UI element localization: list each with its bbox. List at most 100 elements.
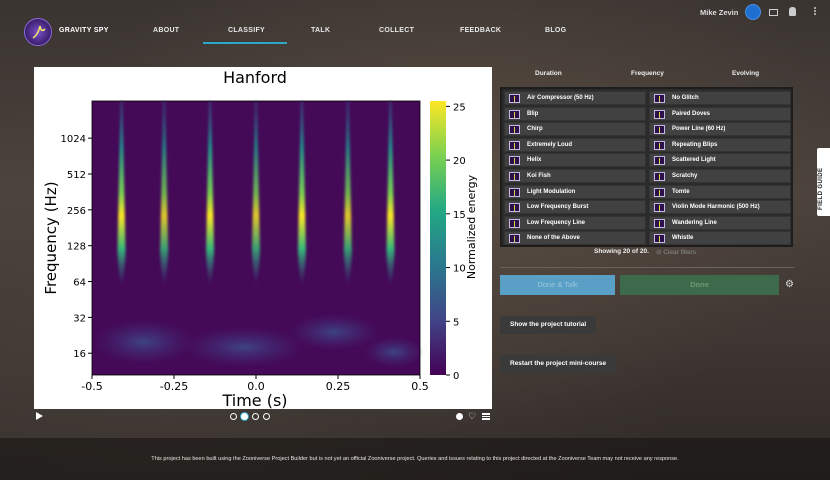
choice-low-frequency-burst[interactable]: Low Frequency Burst bbox=[504, 200, 646, 215]
choice-label: Tomte bbox=[672, 188, 690, 195]
choice-label: Air Compressor (50 Hz) bbox=[527, 95, 594, 101]
footer-notice: This project has been built using the Zo… bbox=[151, 456, 679, 462]
nav-about[interactable]: ABOUT bbox=[153, 27, 179, 34]
x-tick-label: 0.5 bbox=[411, 380, 429, 393]
choice-label: Extremely Loud bbox=[527, 141, 573, 148]
choice-thumbnail bbox=[654, 109, 665, 119]
choice-extremely-loud[interactable]: Extremely Loud bbox=[504, 137, 646, 152]
choice-thumbnail bbox=[654, 94, 665, 103]
choice-thumbnail bbox=[509, 156, 520, 166]
menu-icon[interactable] bbox=[813, 6, 817, 18]
choice-label: Helix bbox=[527, 157, 542, 164]
avatar[interactable] bbox=[745, 4, 761, 20]
heart-icon[interactable]: ♡ bbox=[468, 411, 476, 421]
choice-thumbnail bbox=[509, 109, 520, 119]
choice-repeating-blips[interactable]: Repeating Blips bbox=[649, 137, 791, 152]
choice-violin-mode-harmonic-500-hz[interactable]: Violin Mode Harmonic (500 Hz) bbox=[649, 200, 791, 215]
choice-thumbnail bbox=[654, 218, 665, 228]
choice-power-line-60-hz[interactable]: Power Line (60 Hz) bbox=[649, 122, 791, 137]
filter-evolving[interactable]: Evolving bbox=[732, 70, 759, 77]
choice-scattered-light[interactable]: Scattered Light bbox=[649, 153, 791, 168]
x-tick-label: -0.25 bbox=[160, 380, 188, 393]
choice-wandering-line[interactable]: Wandering Line bbox=[649, 215, 791, 230]
info-icon[interactable] bbox=[456, 413, 463, 420]
choice-label: None of the Above bbox=[527, 235, 580, 242]
showing-count: Showing 20 of 20. bbox=[594, 248, 649, 255]
restart-minicourse-button[interactable]: Restart the project mini-course bbox=[500, 355, 617, 373]
done-button[interactable]: Done bbox=[620, 275, 779, 295]
filter-frequency[interactable]: Frequency bbox=[631, 70, 664, 77]
mail-icon[interactable] bbox=[769, 9, 778, 16]
nav-feedback[interactable]: FEEDBACK bbox=[460, 27, 501, 34]
username[interactable]: Mike Zevin bbox=[700, 8, 738, 17]
choice-thumbnail bbox=[654, 172, 665, 181]
choice-koi-fish[interactable]: Koi Fish bbox=[504, 169, 646, 183]
divider bbox=[500, 267, 794, 268]
choice-chirp[interactable]: Chirp bbox=[504, 122, 646, 137]
y-tick-label: 16 bbox=[73, 349, 86, 360]
colorbar-tick-label: 5 bbox=[453, 317, 459, 328]
choice-thumbnail bbox=[509, 187, 520, 197]
show-tutorial-button[interactable]: Show the project tutorial bbox=[500, 316, 597, 334]
subject-image[interactable]: Hanford -0.5 -0.25 0.0 0.25 0.5 16 32 64 128 256 5… bbox=[34, 67, 492, 409]
choice-helix[interactable]: Helix bbox=[504, 153, 646, 168]
play-icon[interactable] bbox=[36, 412, 43, 420]
plot-area bbox=[92, 101, 424, 375]
choice-thumbnail bbox=[654, 125, 665, 135]
gravity-spy-logo[interactable] bbox=[24, 18, 52, 46]
frame-dot-3[interactable] bbox=[252, 413, 259, 420]
choice-label: Low Frequency Line bbox=[527, 219, 586, 226]
choice-label: Repeating Blips bbox=[672, 141, 718, 148]
filter-duration[interactable]: Duration bbox=[535, 70, 562, 77]
active-nav-indicator bbox=[203, 42, 287, 44]
nav-classify[interactable]: CLASSIFY bbox=[228, 27, 265, 34]
choice-no-glitch[interactable]: No Glitch bbox=[649, 91, 791, 105]
choice-label: No Glitch bbox=[672, 95, 699, 101]
choice-scratchy[interactable]: Scratchy bbox=[649, 169, 791, 183]
choice-label: Violin Mode Harmonic (500 Hz) bbox=[672, 204, 760, 211]
choice-thumbnail bbox=[509, 94, 520, 103]
y-tick-label: 256 bbox=[67, 206, 86, 217]
choice-label: Whistle bbox=[672, 235, 694, 242]
frame-dot-2[interactable] bbox=[241, 413, 248, 420]
nav-talk[interactable]: TALK bbox=[311, 27, 330, 34]
colorbar-tick-label: 25 bbox=[453, 102, 466, 113]
clear-filters-link[interactable]: ⊘ Clear filters bbox=[656, 248, 696, 256]
gear-icon[interactable]: ⚙ bbox=[785, 280, 794, 290]
choice-light-modulation[interactable]: Light Modulation bbox=[504, 184, 646, 199]
spectrogram: Hanford -0.5 -0.25 0.0 0.25 0.51632641282565… bbox=[42, 68, 478, 409]
choice-none-of-the-above[interactable]: None of the Above bbox=[504, 231, 646, 246]
choice-whistle[interactable]: Whistle bbox=[649, 231, 791, 246]
y-axis-label: Frequency (Hz) bbox=[42, 181, 60, 294]
frame-dot-4[interactable] bbox=[263, 413, 270, 420]
y-tick-label: 64 bbox=[73, 278, 86, 289]
choice-thumbnail bbox=[654, 234, 665, 244]
choice-air-compressor-50-hz[interactable]: Air Compressor (50 Hz) bbox=[504, 91, 646, 105]
choice-tomte[interactable]: Tomte bbox=[649, 184, 791, 199]
chart-title: Hanford bbox=[223, 68, 287, 87]
colorbar-tick-label: 10 bbox=[453, 264, 466, 275]
choice-thumbnail bbox=[654, 156, 665, 166]
collection-list-icon[interactable] bbox=[482, 413, 490, 420]
brand-name[interactable]: GRAVITY SPY bbox=[59, 27, 109, 34]
choice-thumbnail bbox=[509, 172, 520, 181]
y-tick-label: 1024 bbox=[61, 134, 86, 145]
y-tick-label: 512 bbox=[67, 170, 86, 181]
field-guide-tab[interactable]: FIELD GUIDE bbox=[817, 148, 830, 216]
choice-grid: Air Compressor (50 Hz) No Glitch Blip Paire… bbox=[500, 87, 793, 247]
frame-dot-1[interactable] bbox=[230, 413, 237, 420]
choice-label: Low Frequency Burst bbox=[527, 204, 589, 211]
nav-blog[interactable]: BLOG bbox=[545, 27, 566, 34]
choice-label: Power Line (60 Hz) bbox=[672, 126, 726, 133]
choice-blip[interactable]: Blip bbox=[504, 106, 646, 121]
done-and-talk-button[interactable]: Done & Talk bbox=[500, 275, 615, 295]
choice-thumbnail bbox=[509, 125, 520, 135]
choice-label: Scattered Light bbox=[672, 157, 716, 164]
choice-label: Wandering Line bbox=[672, 219, 717, 226]
choice-low-frequency-line[interactable]: Low Frequency Line bbox=[504, 215, 646, 230]
colorbar-tick-label: 0 bbox=[453, 371, 459, 382]
bell-icon[interactable] bbox=[789, 7, 796, 16]
top-bar: GRAVITY SPY ABOUT CLASSIFY TALK COLLECT … bbox=[0, 0, 830, 62]
nav-collect[interactable]: COLLECT bbox=[379, 27, 414, 34]
choice-paired-doves[interactable]: Paired Doves bbox=[649, 106, 791, 121]
